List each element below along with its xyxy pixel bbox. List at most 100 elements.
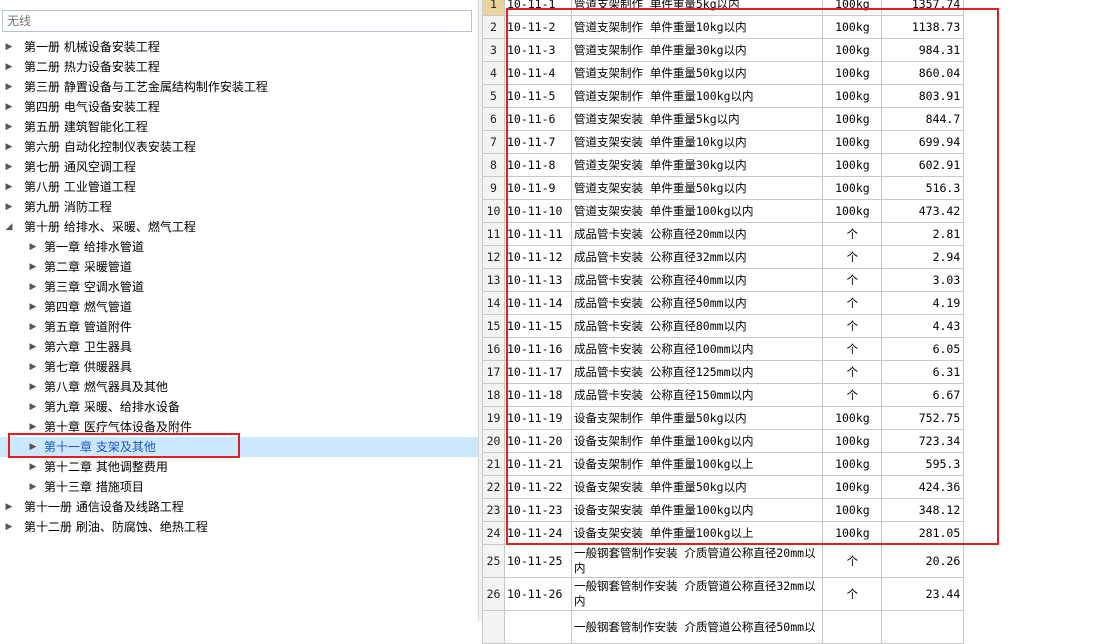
price-cell[interactable]: 6.05 <box>881 337 965 361</box>
code-cell[interactable]: 10-11-21 <box>503 452 572 476</box>
name-cell[interactable]: 成品管卡安装 公称直径150mm以内 <box>570 383 824 407</box>
collapsed-arrow-icon[interactable]: ▶ <box>4 117 14 137</box>
name-cell[interactable]: 一般钢套管制作安装 介质管道公称直径20mm以内 <box>570 544 824 578</box>
code-cell[interactable]: 10-11-16 <box>503 337 572 361</box>
unit-cell[interactable]: 个 <box>822 383 883 407</box>
table-row[interactable]: 21 10-11-21 设备支架制作 单件重量100kg以上 100kg 595.3 <box>482 452 1102 476</box>
collapsed-arrow-icon[interactable]: ▶ <box>28 317 38 337</box>
table-row[interactable]: 6 10-11-6 管道支架安装 单件重量5kg以内 100kg 844.7 <box>482 107 1102 131</box>
collapsed-arrow-icon[interactable]: ▶ <box>28 397 38 417</box>
row-number[interactable]: 18 <box>482 383 505 407</box>
code-cell[interactable]: 10-11-5 <box>503 84 572 108</box>
collapsed-arrow-icon[interactable]: ▶ <box>4 77 14 97</box>
row-number[interactable]: 22 <box>482 475 505 499</box>
row-number[interactable]: 9 <box>482 176 505 200</box>
tree-node[interactable]: ▶ 第十三章 措施项目 <box>0 477 478 497</box>
unit-cell[interactable]: 100kg <box>822 61 883 85</box>
code-cell[interactable]: 10-11-2 <box>503 15 572 39</box>
name-cell[interactable]: 管道支架制作 单件重量30kg以内 <box>570 38 824 62</box>
table-row[interactable]: 14 10-11-14 成品管卡安装 公称直径50mm以内个 4.19 <box>482 291 1102 315</box>
name-cell[interactable]: 设备支架安装 单件重量100kg以上 <box>570 521 824 545</box>
unit-cell[interactable]: 个 <box>822 544 883 578</box>
tree-node[interactable]: ▶ 第十二章 其他调整费用 <box>0 457 478 477</box>
tree-node[interactable]: ▶ 第五章 管道附件 <box>0 317 478 337</box>
unit-cell[interactable]: 100kg <box>822 130 883 154</box>
price-cell[interactable]: 6.67 <box>881 383 965 407</box>
tree-node[interactable]: ▶ 第二章 采暖管道 <box>0 257 478 277</box>
table-row[interactable]: 13 10-11-13 成品管卡安装 公称直径40mm以内个 3.03 <box>482 268 1102 292</box>
tree-node[interactable]: ▶ 第三册 静置设备与工艺金属结构制作安装工程 <box>0 77 478 97</box>
name-cell[interactable]: 管道支架安装 单件重量50kg以内 <box>570 176 824 200</box>
row-number[interactable]: 3 <box>482 38 505 62</box>
code-cell[interactable]: 10-11-25 <box>503 544 572 578</box>
tree-node[interactable]: ▶ 第四章 燃气管道 <box>0 297 478 317</box>
code-cell[interactable]: 10-11-18 <box>503 383 572 407</box>
unit-cell[interactable]: 100kg <box>822 452 883 476</box>
tree-node[interactable]: ▶ 第八章 燃气器具及其他 <box>0 377 478 397</box>
code-cell[interactable]: 10-11-24 <box>503 521 572 545</box>
table-row[interactable]: 7 10-11-7 管道支架安装 单件重量10kg以内 100kg 699.94 <box>482 130 1102 154</box>
expanded-arrow-icon[interactable]: ◢ <box>4 217 14 237</box>
row-number[interactable]: 10 <box>482 199 505 223</box>
row-number[interactable]: 16 <box>482 337 505 361</box>
table-row[interactable]: 23 10-11-23 设备支架安装 单件重量100kg以内 100kg 348.12 <box>482 498 1102 522</box>
collapsed-arrow-icon[interactable]: ▶ <box>28 457 38 477</box>
name-cell[interactable]: 一般钢套管制作安装 介质管道公称直径50mm以 <box>570 610 824 644</box>
price-cell[interactable]: 4.43 <box>881 314 965 338</box>
unit-cell[interactable]: 100kg <box>822 0 883 16</box>
name-cell[interactable]: 设备支架安装 单件重量50kg以内 <box>570 475 824 499</box>
unit-cell[interactable] <box>822 610 883 644</box>
unit-cell[interactable]: 100kg <box>822 84 883 108</box>
name-cell[interactable]: 设备支架制作 单件重量100kg以内 <box>570 429 824 453</box>
price-cell[interactable]: 699.94 <box>881 130 965 154</box>
tree-node[interactable]: ▶ 第十二册 刷油、防腐蚀、绝热工程 <box>0 517 478 537</box>
tree-node[interactable]: ▶ 第七册 通风空调工程 <box>0 157 478 177</box>
collapsed-arrow-icon[interactable]: ▶ <box>4 197 14 217</box>
table-row[interactable]: 22 10-11-22 设备支架安装 单件重量50kg以内 100kg 424.36 <box>482 475 1102 499</box>
unit-cell[interactable]: 个 <box>822 314 883 338</box>
row-number[interactable]: 26 <box>482 577 505 611</box>
code-cell[interactable]: 10-11-3 <box>503 38 572 62</box>
name-cell[interactable]: 成品管卡安装 公称直径100mm以内 <box>570 337 824 361</box>
code-cell[interactable]: 10-11-12 <box>503 245 572 269</box>
table-row[interactable]: 15 10-11-15 成品管卡安装 公称直径80mm以内个 4.43 <box>482 314 1102 338</box>
collapsed-arrow-icon[interactable]: ▶ <box>4 157 14 177</box>
row-number[interactable]: 2 <box>482 15 505 39</box>
name-cell[interactable]: 成品管卡安装 公称直径32mm以内 <box>570 245 824 269</box>
price-cell[interactable]: 3.03 <box>881 268 965 292</box>
unit-cell[interactable]: 100kg <box>822 498 883 522</box>
tree-node[interactable]: ▶ 第四册 电气设备安装工程 <box>0 97 478 117</box>
table-row[interactable]: 10 10-11-10 管道支架安装 单件重量100kg以内 100kg 473.42 <box>482 199 1102 223</box>
name-cell[interactable]: 成品管卡安装 公称直径125mm以内 <box>570 360 824 384</box>
table-row[interactable]: 一般钢套管制作安装 介质管道公称直径50mm以 <box>482 610 1102 644</box>
code-cell[interactable]: 10-11-1 <box>503 0 572 16</box>
name-cell[interactable]: 管道支架安装 单件重量100kg以内 <box>570 199 824 223</box>
table-row[interactable]: 19 10-11-19 设备支架制作 单件重量50kg以内 100kg 752.75 <box>482 406 1102 430</box>
tree-node[interactable]: ▶ 第十章 医疗气体设备及附件 <box>0 417 478 437</box>
table-row[interactable]: 17 10-11-17 成品管卡安装 公称直径125mm以内个 6.31 <box>482 360 1102 384</box>
row-number[interactable]: 13 <box>482 268 505 292</box>
name-cell[interactable]: 管道支架制作 单件重量100kg以内 <box>570 84 824 108</box>
table-row[interactable]: 2 10-11-2 管道支架制作 单件重量10kg以内 100kg 1138.73 <box>482 15 1102 39</box>
collapsed-arrow-icon[interactable]: ▶ <box>28 337 38 357</box>
collapsed-arrow-icon[interactable]: ▶ <box>28 277 38 297</box>
tree-node[interactable]: ▶ 第六章 卫生器具 <box>0 337 478 357</box>
tree-node[interactable]: ▶ 第七章 供暖器具 <box>0 357 478 377</box>
code-cell[interactable]: 10-11-10 <box>503 199 572 223</box>
unit-cell[interactable]: 个 <box>822 222 883 246</box>
name-cell[interactable]: 管道支架安装 单件重量30kg以内 <box>570 153 824 177</box>
collapsed-arrow-icon[interactable]: ▶ <box>4 517 14 537</box>
name-cell[interactable]: 管道支架制作 单件重量10kg以内 <box>570 15 824 39</box>
price-cell[interactable]: 803.91 <box>881 84 965 108</box>
tree-node[interactable]: ▶ 第六册 自动化控制仪表安装工程 <box>0 137 478 157</box>
collapsed-arrow-icon[interactable]: ▶ <box>4 137 14 157</box>
table-row[interactable]: 11 10-11-11 成品管卡安装 公称直径20mm以内个 2.81 <box>482 222 1102 246</box>
unit-cell[interactable]: 100kg <box>822 153 883 177</box>
price-cell[interactable]: 281.05 <box>881 521 965 545</box>
table-row[interactable]: 4 10-11-4 管道支架制作 单件重量50kg以内 100kg 860.04 <box>482 61 1102 85</box>
collapsed-arrow-icon[interactable]: ▶ <box>4 97 14 117</box>
name-cell[interactable]: 成品管卡安装 公称直径40mm以内 <box>570 268 824 292</box>
price-cell[interactable]: 20.26 <box>881 544 965 578</box>
price-cell[interactable]: 516.3 <box>881 176 965 200</box>
name-cell[interactable]: 管道支架安装 单件重量10kg以内 <box>570 130 824 154</box>
